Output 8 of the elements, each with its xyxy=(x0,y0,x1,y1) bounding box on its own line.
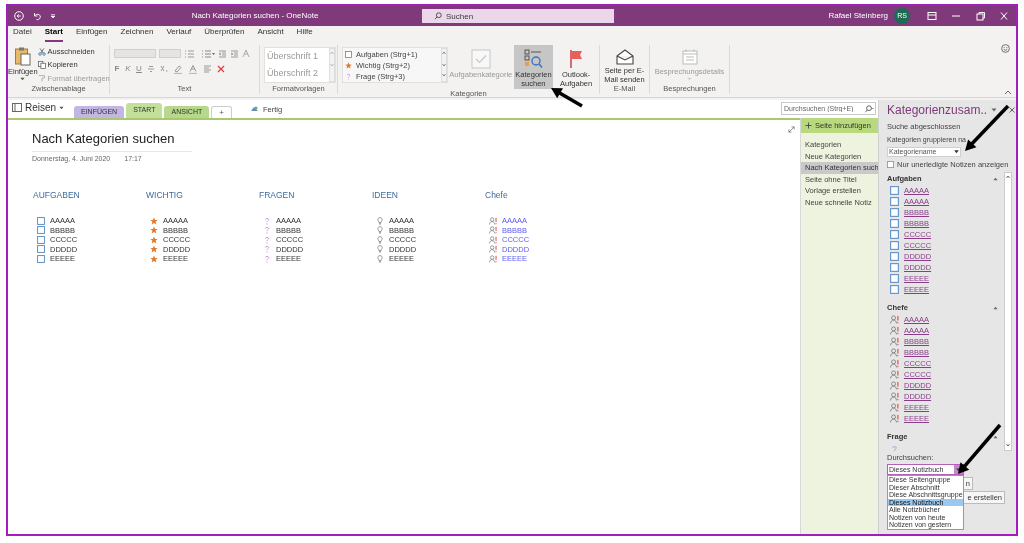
page-title: Nach Kategorien suchen xyxy=(32,130,176,148)
window-title: Nach Kategorien suchen - OneNote xyxy=(190,10,320,22)
column-heading: AUFGABEN xyxy=(33,189,81,202)
column-heading: FRAGEN xyxy=(259,189,296,202)
column-heading: IDEEN xyxy=(372,189,399,202)
column-heading: WICHTIG xyxy=(146,189,184,202)
column-heading: Chefe xyxy=(485,189,509,202)
pane-title: Kategorienzusam.. xyxy=(887,102,988,119)
